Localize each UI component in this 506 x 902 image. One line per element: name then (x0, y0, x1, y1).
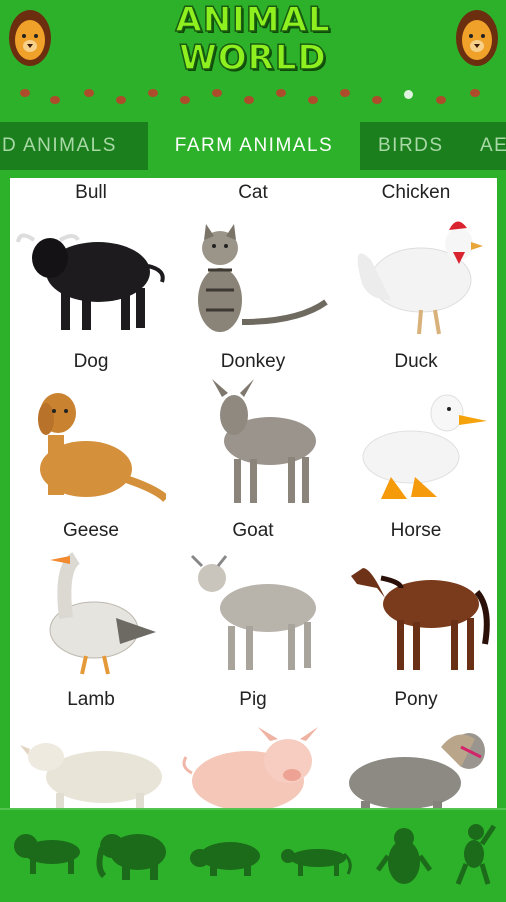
animal-card-horse[interactable]: Horse (335, 516, 497, 685)
lion-silhouette-icon[interactable] (12, 832, 84, 876)
cat-image (198, 224, 328, 332)
hippo-silhouette-icon[interactable] (190, 838, 262, 878)
lion-face-icon[interactable] (455, 6, 499, 68)
animal-label: Cat (238, 182, 268, 203)
tab-wild-animals[interactable]: D ANIMALS (0, 122, 150, 170)
lamb-image (20, 743, 162, 808)
donkey-image (212, 379, 316, 503)
pig-image (182, 727, 318, 808)
elephant-silhouette-icon[interactable] (96, 828, 168, 882)
animal-card-cat[interactable]: Cat (172, 178, 334, 347)
animal-card-chicken[interactable]: Chicken (335, 178, 497, 347)
horse-image (351, 568, 490, 670)
animal-card-bull[interactable]: Bull (10, 178, 172, 347)
animal-card-dog[interactable]: Dog (10, 347, 172, 516)
animal-card-donkey[interactable]: Donkey (172, 347, 334, 516)
animal-label: Lamb (67, 689, 115, 710)
animal-label: Pig (239, 689, 267, 710)
animal-label: Geese (63, 520, 119, 541)
duck-image (362, 394, 487, 499)
animal-label: Chicken (381, 182, 451, 203)
animal-grid: Bull Cat Chicken Dog Donkey Duck Geese G… (10, 178, 497, 808)
tab-birds[interactable]: BIRDS (378, 122, 458, 170)
app-title-line2: WORLD (179, 37, 327, 79)
animal-label: Pony (394, 689, 438, 710)
animal-card-goat[interactable]: Goat (172, 516, 334, 685)
animal-label: Goat (232, 520, 274, 541)
monkey-silhouette-icon[interactable] (452, 822, 496, 888)
dog-image (38, 393, 166, 502)
bull-image (16, 233, 165, 330)
bottom-navigation (0, 808, 506, 902)
leopard-silhouette-icon[interactable] (278, 842, 354, 878)
animal-label: Duck (394, 351, 438, 372)
app-header: ANIMAL WORLD (0, 0, 506, 122)
pony-image (349, 733, 485, 808)
animal-label: Bull (75, 182, 107, 203)
goose-image (49, 552, 156, 675)
animal-card-pony[interactable]: Pony (335, 685, 497, 808)
animal-label: Horse (390, 520, 442, 541)
animal-label: Dog (73, 351, 109, 372)
goat-image (190, 554, 316, 670)
penguin-silhouette-icon[interactable] (376, 826, 432, 886)
category-tabs: D ANIMALS FARM ANIMALS BIRDS AE (0, 122, 506, 170)
chicken-image (357, 221, 483, 335)
animal-card-geese[interactable]: Geese (10, 516, 172, 685)
animal-card-duck[interactable]: Duck (335, 347, 497, 516)
paw-print-trail (0, 86, 506, 106)
animal-card-pig[interactable]: Pig (172, 685, 334, 808)
app-title-line1: ANIMAL (175, 0, 331, 41)
tab-next-category[interactable]: AE (480, 122, 506, 170)
animal-card-lamb[interactable]: Lamb (10, 685, 172, 808)
tab-farm-animals[interactable]: FARM ANIMALS (148, 122, 360, 170)
animal-label: Donkey (220, 351, 286, 372)
